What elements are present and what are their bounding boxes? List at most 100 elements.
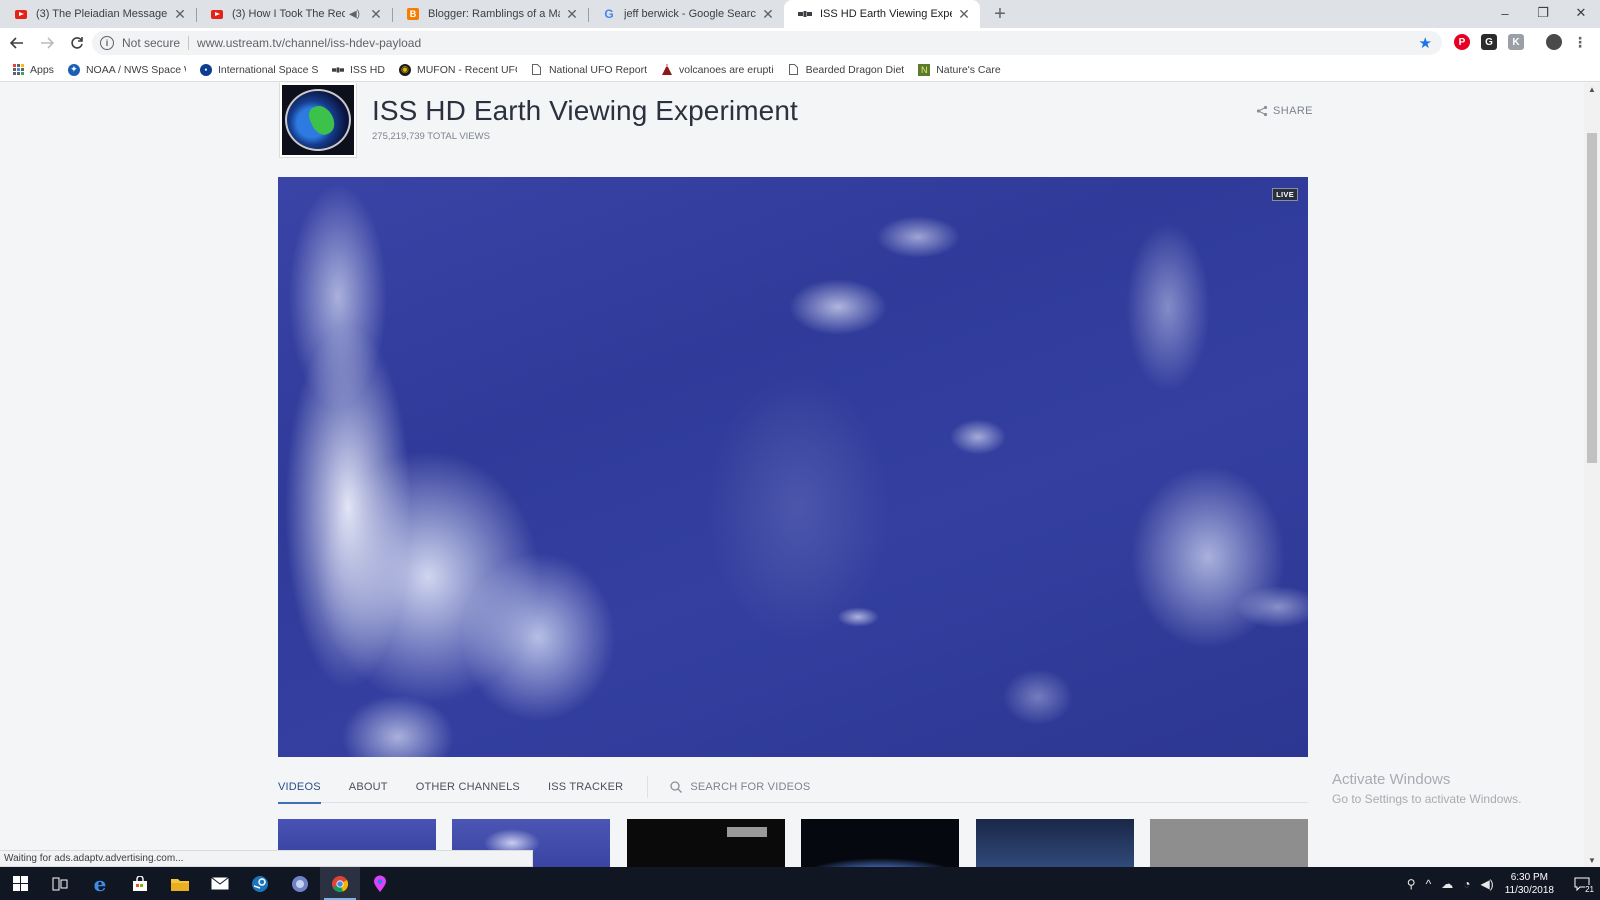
scroll-up-icon[interactable]: ▲	[1588, 85, 1596, 94]
browser-toolbar: i Not secure www.ustream.tv/channel/iss-…	[0, 28, 1600, 58]
forward-button[interactable]	[34, 30, 60, 56]
satellite-icon	[331, 64, 344, 76]
grammarly-icon[interactable]: G	[1481, 34, 1497, 50]
chrome-icon[interactable]	[320, 867, 360, 900]
bookmark-item[interactable]: ISS HD	[331, 64, 385, 76]
bookmark-item[interactable]: ◉ MUFON - Recent UFO	[398, 63, 517, 76]
file-explorer-icon[interactable]	[160, 867, 200, 900]
scroll-down-icon[interactable]: ▼	[1588, 856, 1596, 865]
close-tab-icon[interactable]: ✕	[956, 6, 972, 22]
tab-about[interactable]: ABOUT	[349, 771, 388, 803]
reload-icon	[71, 37, 83, 49]
status-bar: Waiting for ads.adaptv.advertising.com..…	[0, 850, 533, 867]
page-content: ISS HD Earth Viewing Experiment 275,219,…	[0, 83, 1600, 867]
bookmark-item[interactable]: N Nature's Care	[918, 63, 1001, 76]
activate-windows-watermark: Activate Windows Go to Settings to activ…	[1332, 771, 1522, 806]
menu-dots-icon[interactable]: ⋮	[1572, 34, 1588, 50]
volume-icon[interactable]: ◀)	[1480, 877, 1493, 891]
close-tab-icon[interactable]: ✕	[760, 6, 776, 22]
satellite-icon	[798, 7, 812, 21]
bookmark-item[interactable]: ✦ NOAA / NWS Space W	[67, 63, 186, 76]
tab-iss-tracker[interactable]: ISS TRACKER	[548, 771, 623, 803]
tab-title: jeff berwick - Google Search	[624, 8, 756, 20]
avatar[interactable]	[1546, 34, 1562, 50]
live-badge: LIVE	[1272, 188, 1298, 201]
new-tab-button[interactable]: +	[986, 0, 1014, 28]
google-icon: G	[604, 7, 614, 21]
video-thumbnail[interactable]	[801, 819, 959, 867]
reload-button[interactable]	[64, 30, 90, 56]
video-player[interactable]: LIVE	[278, 177, 1308, 757]
search-videos-button[interactable]: SEARCH FOR VIDEOS	[670, 781, 810, 793]
page-icon	[531, 64, 543, 76]
youtube-icon	[14, 7, 28, 21]
action-center-button[interactable]: 21	[1564, 867, 1600, 900]
share-button[interactable]: SHARE	[1256, 105, 1313, 117]
wifi-icon[interactable]: ◔	[1463, 877, 1470, 891]
mail-icon[interactable]	[200, 867, 240, 900]
scrollbar-thumb[interactable]	[1587, 133, 1597, 463]
search-icon	[670, 780, 683, 793]
system-tray: ⚲ ^ ☁ ◔ ◀) 6:30 PM 11/30/2018 21	[1402, 867, 1600, 900]
extension-icon[interactable]: K	[1508, 34, 1524, 50]
url-text[interactable]: www.ustream.tv/channel/iss-hdev-payload	[197, 36, 421, 50]
tab-title: (3) The Pleiadian Message - A Wa	[36, 8, 168, 20]
page-scrollbar[interactable]: ▲ ▼	[1584, 83, 1600, 867]
bookmark-apps[interactable]: Apps	[12, 64, 54, 76]
security-label[interactable]: Not secure	[122, 36, 180, 50]
video-thumbnail[interactable]	[1150, 819, 1308, 867]
close-tab-icon[interactable]: ✕	[172, 6, 188, 22]
bookmark-item[interactable]: National UFO Report	[531, 64, 647, 76]
task-view-icon[interactable]	[40, 867, 80, 900]
people-icon[interactable]: ⚲	[1407, 877, 1416, 891]
tab-videos[interactable]: VIDEOS	[278, 771, 321, 804]
iss-module-icon	[727, 827, 767, 837]
maps-icon[interactable]	[360, 867, 400, 900]
share-icon	[1256, 105, 1268, 117]
chevron-up-icon[interactable]: ^	[1426, 877, 1432, 891]
notification-count: 21	[1585, 885, 1594, 894]
volcano-icon	[661, 64, 673, 76]
view-count: 275,219,739 TOTAL VIEWS	[372, 131, 490, 142]
tab-other-channels[interactable]: OTHER CHANNELS	[416, 771, 520, 803]
bookmark-item[interactable]: ● International Space S	[199, 63, 318, 76]
speaker-icon[interactable]: ◀)	[349, 9, 360, 20]
maximize-button[interactable]: ❐	[1524, 0, 1562, 26]
share-label: SHARE	[1273, 105, 1313, 117]
steam-icon[interactable]	[240, 867, 280, 900]
bookmark-item[interactable]: Bearded Dragon Diet	[788, 64, 904, 76]
store-icon[interactable]	[120, 867, 160, 900]
nasa-icon: ●	[199, 63, 212, 76]
browser-tab[interactable]: G jeff berwick - Google Search ✕	[588, 0, 784, 28]
browser-tab[interactable]: (3) The Pleiadian Message - A Wa ✕	[0, 0, 196, 28]
close-window-button[interactable]: ✕	[1562, 0, 1600, 26]
page-icon	[788, 64, 800, 76]
windows-logo-icon	[12, 876, 28, 891]
channel-logo[interactable]	[280, 83, 356, 157]
close-tab-icon[interactable]: ✕	[564, 6, 580, 22]
pinterest-icon[interactable]: P	[1454, 34, 1470, 50]
edge-icon[interactable]: e	[80, 867, 120, 900]
bookmark-star-icon[interactable]: ★	[1419, 34, 1432, 52]
clock[interactable]: 6:30 PM 11/30/2018	[1505, 871, 1554, 897]
browser-tab[interactable]: (3) How I Took The Red Pill A ◀) ✕	[196, 0, 392, 28]
close-tab-icon[interactable]: ✕	[368, 6, 384, 22]
browser-tab-active[interactable]: ISS HD Earth Viewing Experiment ✕	[784, 0, 980, 28]
bookmark-item[interactable]: volcanoes are erupti	[661, 64, 774, 76]
browser-tab[interactable]: B Blogger: Ramblings of a Mad Ha ✕	[392, 0, 588, 28]
browser-icon[interactable]	[280, 867, 320, 900]
minimize-button[interactable]: –	[1486, 0, 1524, 26]
tab-title: (3) How I Took The Red Pill A	[232, 8, 345, 20]
onedrive-icon[interactable]: ☁	[1441, 877, 1453, 891]
browser-tab-strip: (3) The Pleiadian Message - A Wa ✕ (3) H…	[0, 0, 1600, 28]
video-thumbnail[interactable]	[976, 819, 1134, 867]
address-bar[interactable]: i Not secure www.ustream.tv/channel/iss-…	[92, 31, 1442, 55]
video-thumbnail[interactable]	[627, 819, 785, 867]
divider	[647, 775, 649, 798]
divider	[188, 36, 190, 50]
start-button[interactable]	[0, 867, 40, 900]
info-icon[interactable]: i	[100, 36, 114, 50]
back-button[interactable]	[4, 30, 30, 56]
bookmarks-bar: Apps ✦ NOAA / NWS Space W ● Internationa…	[0, 58, 1600, 82]
date: 11/30/2018	[1504, 884, 1554, 896]
